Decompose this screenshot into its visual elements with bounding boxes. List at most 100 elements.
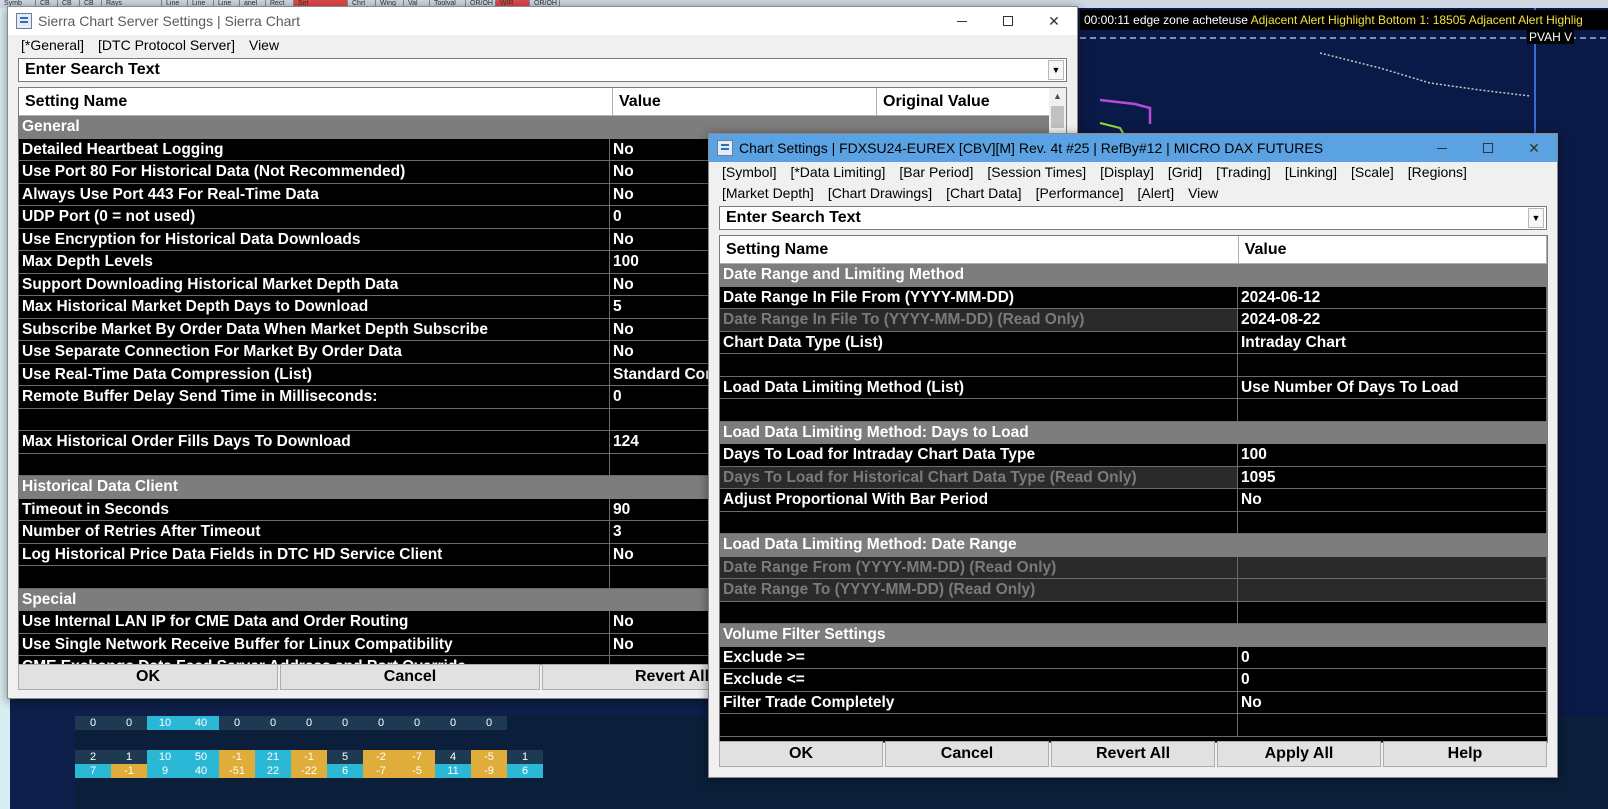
empty-cell — [720, 714, 1238, 736]
settings-row[interactable]: Date Range In File To (YYYY-MM-DD) (Read… — [720, 309, 1547, 332]
menu-item[interactable]: [Linking] — [1278, 162, 1344, 183]
chart-grid-header: Setting Name Value — [720, 236, 1547, 264]
server-window-title: Sierra Chart Server Settings | Sierra Ch… — [38, 13, 300, 29]
menu-item[interactable]: [Symbol] — [715, 162, 783, 183]
setting-value[interactable]: 0 — [1238, 669, 1547, 691]
menu-item[interactable]: [*General] — [14, 35, 91, 56]
chart-settings-grid[interactable]: Setting Name Value Date Range and Limitin… — [719, 235, 1548, 743]
setting-value[interactable]: No — [1238, 691, 1547, 713]
menu-item[interactable]: [Chart Drawings] — [821, 183, 939, 204]
chart-search-input[interactable]: Enter Search Text — [720, 209, 1528, 227]
menu-item[interactable]: View — [1181, 183, 1225, 204]
setting-value[interactable] — [1238, 579, 1547, 601]
settings-row[interactable]: Exclude >= 0 — [720, 646, 1547, 669]
menu-item[interactable]: [Trading] — [1209, 162, 1278, 183]
menu-item[interactable]: [Regions] — [1401, 162, 1474, 183]
blank-row[interactable] — [720, 714, 1547, 737]
setting-value[interactable]: No — [1238, 489, 1547, 511]
section-header[interactable]: Volume Filter Settings — [720, 624, 1547, 647]
apply-all-button[interactable]: Apply All — [1217, 741, 1381, 767]
minimize-button[interactable] — [939, 7, 985, 35]
revert-all-button[interactable]: Revert All — [1051, 741, 1215, 767]
menu-item[interactable]: [Alert] — [1131, 183, 1182, 204]
setting-value[interactable]: 2024-06-12 — [1238, 286, 1547, 308]
section-header[interactable]: Date Range and Limiting Method — [720, 264, 1547, 287]
menu-item[interactable]: [Scale] — [1344, 162, 1401, 183]
setting-value[interactable]: 1095 — [1238, 466, 1547, 488]
chart-menubar: [Symbol] [*Data Limiting] [Bar Period] [Ses… — [709, 162, 1557, 204]
settings-row[interactable]: Exclude <= 0 — [720, 669, 1547, 692]
blank-row[interactable] — [720, 399, 1547, 422]
settings-row[interactable]: Date Range From (YYYY-MM-DD) (Read Only) — [720, 556, 1547, 579]
menu-item[interactable]: [DTC Protocol Server] — [91, 35, 242, 56]
settings-row[interactable]: Adjust Proportional With Bar Period No — [720, 489, 1547, 512]
setting-value[interactable]: 0 — [1238, 646, 1547, 668]
empty-cell — [1238, 714, 1547, 736]
menu-item[interactable]: [Market Depth] — [715, 183, 821, 204]
close-button[interactable]: ✕ — [1031, 7, 1077, 35]
setting-value[interactable] — [1238, 556, 1547, 578]
scroll-up-icon[interactable]: ▲ — [1049, 88, 1066, 105]
column-header[interactable]: Value — [1238, 236, 1547, 264]
setting-name: Date Range From (YYYY-MM-DD) (Read Only) — [720, 556, 1238, 578]
chevron-down-icon[interactable]: ▼ — [1048, 60, 1064, 80]
column-header[interactable]: Original Value — [877, 88, 1051, 116]
column-header[interactable]: Setting Name — [720, 236, 1239, 264]
server-titlebar[interactable]: Sierra Chart Server Settings | Sierra Ch… — [8, 7, 1077, 35]
cancel-button[interactable]: Cancel — [280, 664, 540, 690]
column-header[interactable]: Value — [613, 88, 877, 116]
menu-item[interactable]: [Display] — [1093, 162, 1161, 183]
setting-value[interactable]: Intraday Chart — [1238, 331, 1547, 353]
setting-value[interactable]: 100 — [1238, 444, 1547, 466]
number-cell: 0 — [327, 716, 363, 730]
column-header[interactable]: Setting Name — [19, 88, 613, 116]
number-cell: 40 — [183, 716, 219, 730]
settings-row[interactable]: Days To Load for Intraday Chart Data Typ… — [720, 444, 1547, 467]
maximize-button[interactable] — [985, 7, 1031, 35]
menu-item[interactable]: [Grid] — [1161, 162, 1209, 183]
settings-row[interactable]: Filter Trade Completely No — [720, 691, 1547, 714]
blank-row[interactable] — [720, 354, 1547, 377]
setting-value[interactable]: Use Number Of Days To Load — [1238, 376, 1547, 398]
number-cell: -7 — [399, 750, 435, 764]
settings-row[interactable]: Chart Data Type (List) Intraday Chart — [720, 331, 1547, 354]
menu-item[interactable]: [Performance] — [1029, 183, 1131, 204]
menu-item[interactable]: [Bar Period] — [892, 162, 980, 183]
minimize-button[interactable] — [1419, 134, 1465, 162]
settings-row[interactable]: Days To Load for Historical Chart Data T… — [720, 466, 1547, 489]
section-header[interactable]: Load Data Limiting Method: Days to Load — [720, 421, 1547, 444]
ok-button[interactable]: OK — [18, 664, 278, 690]
chart-settings-window[interactable]: Chart Settings | FDXSU24-EUREX [CBV][M] … — [708, 133, 1558, 778]
menu-item[interactable]: [Session Times] — [980, 162, 1093, 183]
menu-item[interactable]: View — [242, 35, 286, 56]
setting-name: UDP Port (0 = not used) — [19, 206, 610, 228]
number-cell: -1 — [219, 750, 255, 764]
server-search-input[interactable]: Enter Search Text — [19, 61, 1048, 79]
empty-cell — [19, 566, 610, 588]
help-button[interactable]: Help — [1383, 741, 1547, 767]
cancel-button[interactable]: Cancel — [885, 741, 1049, 767]
chart-search-box[interactable]: Enter Search Text ▼ — [719, 206, 1547, 230]
scroll-thumb[interactable] — [1051, 106, 1064, 128]
settings-row[interactable]: Date Range In File From (YYYY-MM-DD) 2024… — [720, 286, 1547, 309]
number-cell: 40 — [183, 764, 219, 778]
server-search-box[interactable]: Enter Search Text ▼ — [18, 58, 1067, 82]
menu-item[interactable]: [*Data Limiting] — [783, 162, 892, 183]
blank-row[interactable] — [720, 511, 1547, 534]
ok-button[interactable]: OK — [719, 741, 883, 767]
setting-name: Date Range In File To (YYYY-MM-DD) (Read… — [720, 309, 1238, 331]
menu-item[interactable]: [Chart Data] — [939, 183, 1028, 204]
settings-row[interactable]: Date Range To (YYYY-MM-DD) (Read Only) — [720, 579, 1547, 602]
chart-titlebar[interactable]: Chart Settings | FDXSU24-EUREX [CBV][M] … — [709, 134, 1557, 162]
number-cell: 0 — [471, 716, 507, 730]
section-header[interactable]: Load Data Limiting Method: Date Range — [720, 534, 1547, 557]
blank-row[interactable] — [720, 601, 1547, 624]
maximize-button[interactable] — [1465, 134, 1511, 162]
settings-row[interactable]: Load Data Limiting Method (List) Use Numb… — [720, 376, 1547, 399]
setting-value[interactable]: 2024-08-22 — [1238, 309, 1547, 331]
close-button[interactable]: ✕ — [1511, 134, 1557, 162]
setting-name: Use Port 80 For Historical Data (Not Rec… — [19, 161, 610, 183]
chevron-down-icon[interactable]: ▼ — [1528, 208, 1544, 228]
chart-button-bar: OK Cancel Revert All Apply All Help — [719, 741, 1549, 767]
empty-cell — [1238, 601, 1547, 623]
